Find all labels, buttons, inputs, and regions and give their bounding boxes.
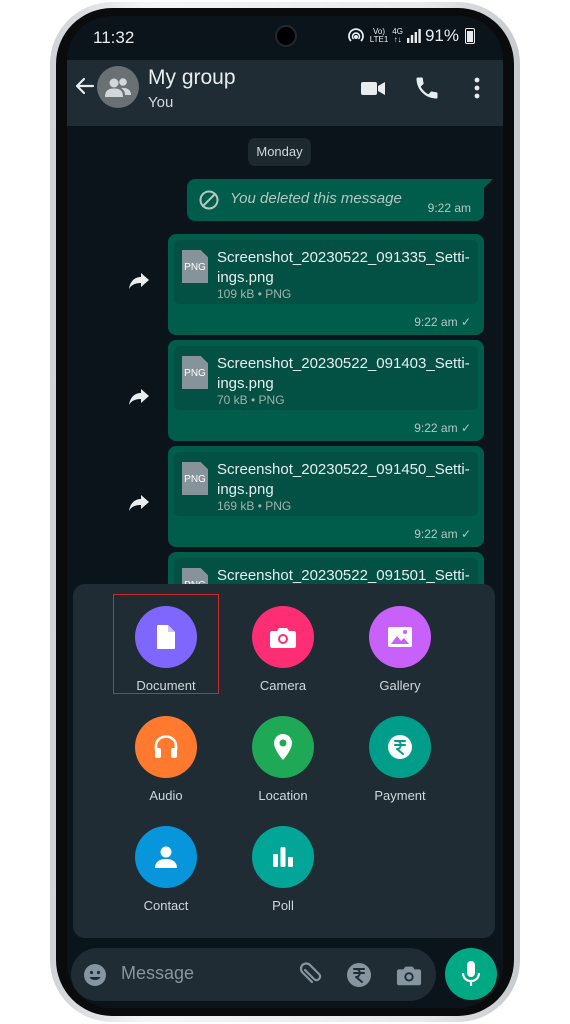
- status-bar: 11:32 Vo) LTE1 4G ↑↓ 91%: [67, 16, 503, 60]
- attach-document[interactable]: Document: [113, 606, 219, 693]
- document-icon[interactable]: [135, 606, 197, 668]
- png-file-icon: PNG: [182, 356, 208, 389]
- message-input-bar[interactable]: Message: [71, 948, 436, 1001]
- attach-camera[interactable]: Camera: [230, 606, 336, 693]
- network-type: 4G ↑↓: [392, 27, 403, 44]
- file-name: Screenshot_20230522_091501_Setti-: [217, 567, 470, 584]
- file-card[interactable]: PNG Screenshot_20230522_091335_Setti-ing…: [174, 240, 478, 304]
- file-message-bubble[interactable]: PNG Screenshot_20230522_091450_Setti-ing…: [168, 446, 484, 547]
- forward-icon[interactable]: [125, 488, 153, 516]
- voice-call-icon[interactable]: [413, 74, 441, 102]
- forward-icon[interactable]: [125, 266, 153, 294]
- chat-title[interactable]: My group: [148, 66, 236, 90]
- file-message-bubble[interactable]: PNG Screenshot_20230522_091335_Setti-ing…: [168, 234, 484, 335]
- attach-location[interactable]: Location: [230, 716, 336, 803]
- camera-icon[interactable]: [252, 606, 314, 668]
- headphones-icon[interactable]: [135, 716, 197, 778]
- png-file-icon: PNG: [182, 250, 208, 283]
- location-pin-icon[interactable]: [252, 716, 314, 778]
- attachment-sheet: Document Camera Gallery Audio Location P…: [73, 584, 495, 938]
- file-card[interactable]: PNG Screenshot_20230522_091403_Setti-ing…: [174, 346, 478, 410]
- poll-icon[interactable]: [252, 826, 314, 888]
- file-meta: 70 kB • PNG: [217, 393, 285, 407]
- camera-icon[interactable]: [396, 962, 422, 988]
- message-time: 9:22 am ✓: [414, 421, 471, 435]
- file-message-bubble[interactable]: PNG Screenshot_20230522_091403_Setti-ing…: [168, 340, 484, 441]
- rupee-icon[interactable]: [369, 716, 431, 778]
- attach-label: Document: [136, 678, 196, 693]
- video-call-icon[interactable]: [359, 74, 387, 102]
- more-options-icon[interactable]: [463, 74, 491, 102]
- deleted-message-bubble[interactable]: You deleted this message 9:22 am: [187, 179, 493, 221]
- group-icon: [105, 78, 131, 97]
- attach-poll[interactable]: Poll: [230, 826, 336, 913]
- signal-icon: [406, 29, 421, 43]
- file-meta: 169 kB • PNG: [217, 499, 292, 513]
- attach-label: Gallery: [379, 678, 421, 693]
- file-card[interactable]: PNG Screenshot_20230522_091450_Setti-ing…: [174, 452, 478, 516]
- chat-header: My group You: [67, 60, 503, 126]
- forward-icon[interactable]: [125, 382, 153, 410]
- attach-label: Contact: [143, 898, 189, 913]
- attach-label: Location: [258, 788, 308, 803]
- gallery-icon[interactable]: [369, 606, 431, 668]
- attach-contact[interactable]: Contact: [113, 826, 219, 913]
- file-name: Screenshot_20230522_091335_Setti-ings.pn…: [217, 249, 470, 286]
- emoji-icon[interactable]: [83, 963, 107, 987]
- file-name: Screenshot_20230522_091450_Setti-ings.pn…: [217, 461, 470, 498]
- message-time: 9:22 am ✓: [414, 527, 471, 541]
- sent-check-icon: ✓: [460, 315, 471, 329]
- attach-gallery[interactable]: Gallery: [347, 606, 453, 693]
- person-icon[interactable]: [135, 826, 197, 888]
- file-meta: 109 kB • PNG: [217, 287, 292, 301]
- hotspot-icon: [347, 28, 364, 42]
- message-time: 9:22 am ✓: [414, 315, 471, 329]
- message-input[interactable]: Message: [121, 963, 194, 984]
- status-icons: Vo) LTE1 4G ↑↓ 91%: [346, 26, 475, 46]
- date-chip: Monday: [248, 138, 311, 166]
- group-avatar[interactable]: [97, 66, 139, 108]
- attach-label: Payment: [374, 788, 426, 803]
- png-file-icon: PNG: [182, 462, 208, 495]
- sent-check-icon: ✓: [460, 527, 471, 541]
- chat-subtitle: You: [148, 94, 174, 111]
- attach-icon[interactable]: [297, 962, 323, 988]
- attach-label: Audio: [149, 788, 183, 803]
- attach-label: Camera: [259, 678, 307, 693]
- sent-check-icon: ✓: [460, 421, 471, 435]
- mic-icon: [461, 961, 481, 986]
- rupee-icon[interactable]: [346, 962, 372, 988]
- battery-percent: 91%: [424, 26, 459, 45]
- status-time: 11:32: [93, 28, 135, 47]
- front-camera: [275, 25, 297, 47]
- volte-indicator: Vo) LTE1: [369, 27, 389, 44]
- battery-icon: [465, 28, 475, 44]
- message-time: 9:22 am: [427, 201, 471, 215]
- blocked-icon: [199, 190, 219, 210]
- attach-audio[interactable]: Audio: [113, 716, 219, 803]
- attach-label: Poll: [272, 898, 294, 913]
- file-name: Screenshot_20230522_091403_Setti-ings.pn…: [217, 355, 470, 392]
- voice-record-button[interactable]: [445, 948, 497, 1000]
- attach-payment[interactable]: Payment: [347, 716, 453, 803]
- bubble-tail: [483, 179, 493, 189]
- back-arrow-icon[interactable]: [73, 74, 97, 98]
- app-screen: 11:32 Vo) LTE1 4G ↑↓ 91% My group You Mo…: [67, 16, 503, 1008]
- deleted-message-text: You deleted this message: [230, 190, 402, 207]
